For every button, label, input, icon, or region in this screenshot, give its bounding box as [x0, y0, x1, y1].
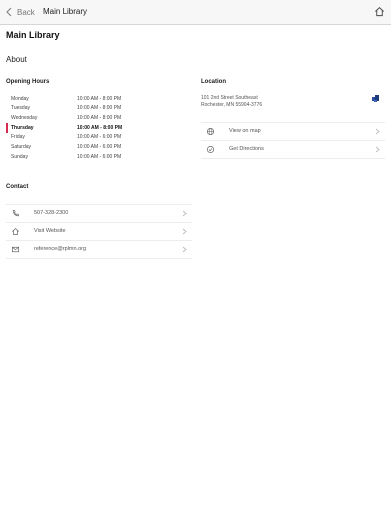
day-label: Monday: [11, 95, 29, 102]
time-label: 10:00 AM - 6:00 PM: [77, 134, 122, 141]
phone-label: 507-328-2300: [34, 210, 69, 216]
day-label: Wednesday: [11, 114, 38, 121]
phone-icon: [12, 210, 19, 217]
time-label: 10:00 AM - 8:00 PM: [77, 114, 122, 121]
location-heading: Location: [201, 79, 226, 85]
nav-title: Main Library: [43, 7, 88, 16]
opening-hours-heading: Opening Hours: [6, 79, 50, 85]
get-directions-label: Get Directions: [229, 146, 264, 152]
time-label: 10:00 AM - 6:00 PM: [77, 143, 122, 150]
back-button[interactable]: Back: [6, 5, 35, 19]
about-heading: About: [6, 55, 27, 64]
navigation-bar: Back Main Library: [0, 0, 391, 25]
hours-row-monday: Monday 10:00 AM - 8:00 PM: [6, 94, 146, 104]
opening-hours-table: Monday 10:00 AM - 8:00 PM Tuesday 10:00 …: [6, 94, 146, 162]
mail-icon: [11, 246, 20, 253]
globe-icon: [206, 127, 215, 136]
time-label: 10:00 AM - 6:00 PM: [77, 153, 122, 160]
email-label: reference@rplmn.org: [34, 246, 87, 252]
view-on-map-row[interactable]: View on map: [201, 123, 385, 141]
time-label: 10:00 AM - 8:00 PM: [77, 105, 122, 112]
address: 101 2nd Street Southeast Rochester, MN 5…: [201, 95, 262, 109]
home-icon: [12, 228, 19, 235]
location-actions: View on map Get Directions: [201, 122, 385, 159]
website-label: Visit Website: [34, 228, 66, 234]
chevron-right-icon: [375, 146, 380, 153]
page-title: Main Library: [6, 30, 60, 40]
time-label: 10:00 AM - 8:00 PM: [77, 124, 123, 131]
chevron-right-icon: [182, 228, 187, 235]
phone-row[interactable]: 507-328-2300: [6, 205, 192, 223]
address-line-1: 101 2nd Street Southeast: [201, 95, 258, 101]
home-icon[interactable]: [374, 6, 385, 17]
day-label: Saturday: [11, 143, 32, 150]
get-directions-row[interactable]: Get Directions: [201, 141, 385, 159]
chevron-right-icon: [182, 210, 187, 217]
hours-row-friday: Friday 10:00 AM - 6:00 PM: [6, 133, 146, 143]
contact-list: 507-328-2300 Visit Website reference@rpl…: [6, 204, 192, 259]
time-label: 10:00 AM - 8:00 PM: [77, 95, 122, 102]
chevron-left-icon: [6, 7, 12, 17]
day-label: Sunday: [11, 153, 28, 160]
chevron-right-icon: [375, 128, 380, 135]
hours-row-sunday: Sunday 10:00 AM - 6:00 PM: [6, 152, 146, 162]
chevron-right-icon: [182, 246, 187, 253]
day-label: Friday: [11, 134, 25, 141]
hours-row-thursday-today: Thursday 10:00 AM - 8:00 PM: [6, 123, 146, 133]
email-row[interactable]: reference@rplmn.org: [6, 241, 192, 259]
address-line-2: Rochester, MN 55904-3776: [201, 102, 263, 108]
contact-heading: Contact: [6, 184, 29, 190]
hours-row-saturday: Saturday 10:00 AM - 6:00 PM: [6, 142, 146, 152]
view-on-map-label: View on map: [229, 128, 261, 134]
day-label: Tuesday: [11, 105, 30, 112]
hours-row-wednesday: Wednesday 10:00 AM - 8:00 PM: [6, 113, 146, 123]
website-row[interactable]: Visit Website: [6, 223, 192, 241]
hours-row-tuesday: Tuesday 10:00 AM - 8:00 PM: [6, 104, 146, 114]
compass-icon: [206, 145, 215, 154]
map-pin-icon[interactable]: [372, 94, 379, 103]
back-label: Back: [17, 7, 35, 17]
day-label: Thursday: [11, 124, 34, 131]
